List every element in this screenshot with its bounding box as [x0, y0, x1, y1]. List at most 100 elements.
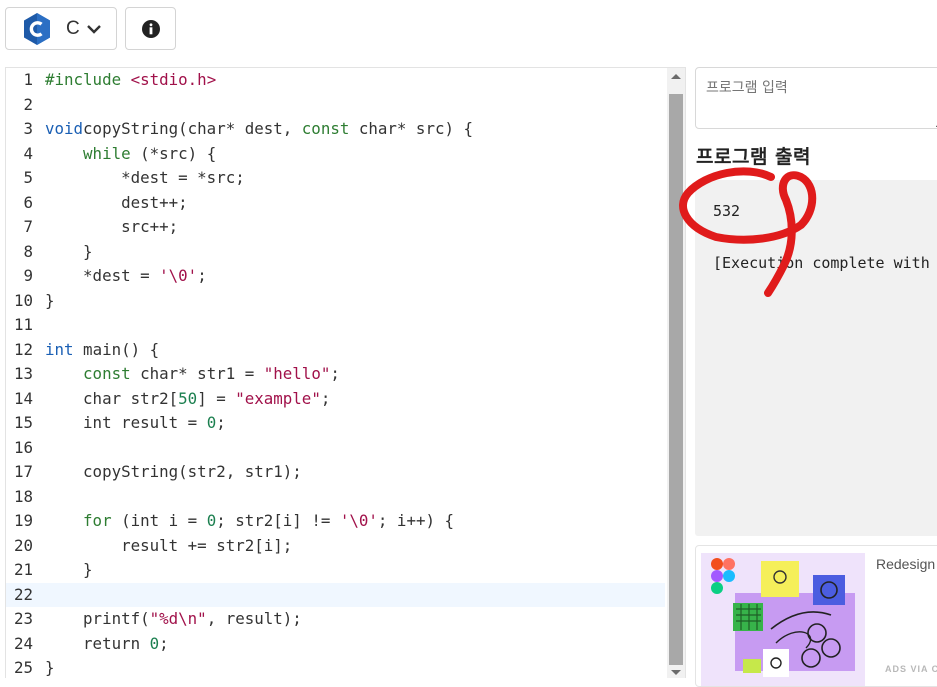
code-line[interactable]: 4 while (*src) { [6, 142, 665, 167]
code-line[interactable]: 24 return 0; [6, 632, 665, 657]
ad-title[interactable]: Redesign [876, 556, 935, 572]
code-line[interactable]: 11 [6, 313, 665, 338]
code-line[interactable]: 13 const char* str1 = "hello"; [6, 362, 665, 387]
scrollbar-thumb[interactable] [669, 94, 683, 665]
editor-scrollbar[interactable] [667, 68, 685, 678]
code-token: #include [45, 70, 131, 89]
code-text: result += str2[i]; [45, 534, 292, 559]
code-text: int main() { [45, 338, 159, 363]
code-token: while [83, 143, 131, 163]
code-token: } [45, 658, 55, 677]
ad-via-label[interactable]: ADS VIA C [885, 664, 937, 674]
code-token: ; [159, 633, 169, 653]
code-line[interactable]: 12 int main() { [6, 338, 665, 363]
code-text: int result = 0; [45, 411, 226, 436]
code-token: *dest = [45, 266, 160, 285]
code-text: } [45, 558, 93, 583]
line-number: 24 [13, 633, 33, 653]
line-number: 3 [23, 119, 33, 138]
program-input-field[interactable] [695, 67, 937, 129]
code-line[interactable]: 7 src++; [6, 215, 665, 240]
line-number: 9 [23, 266, 33, 285]
output-line: 532 [713, 202, 741, 220]
code-line[interactable]: 25} [6, 656, 665, 678]
code-editor[interactable]: 1 #include <stdio.h> 2 3 voidcopyString(char… [5, 67, 686, 678]
line-number: 13 [13, 364, 33, 383]
code-text: *dest = '\0'; [45, 264, 207, 289]
code-token: 0 [206, 511, 217, 530]
code-line[interactable]: 1 #include <stdio.h> [6, 68, 665, 93]
code-token: "hello" [263, 364, 331, 383]
code-text: while (*src) { [45, 142, 216, 167]
code-line[interactable]: 9 *dest = '\0'; [6, 264, 665, 289]
code-text: dest++; [45, 191, 188, 216]
code-text: const char* str1 = "hello"; [45, 362, 340, 387]
code-line[interactable]: 17 copyString(str2, str1); [6, 460, 665, 485]
line-number: 8 [23, 241, 33, 261]
code-line[interactable]: 5 *dest = *src; [6, 166, 665, 191]
line-number: 6 [23, 192, 33, 212]
code-text: voidcopyString(char* dest, const char* s… [45, 117, 473, 142]
code-line[interactable]: 22 [6, 582, 665, 607]
code-token: dest++; [45, 192, 188, 212]
code-line[interactable]: 2 [6, 93, 665, 118]
code-token: copyString(char* dest, [83, 119, 302, 138]
code-line[interactable]: 19 for (int i = 0; str2[i] != '\0'; i++)… [6, 509, 665, 534]
code-text: src++; [45, 215, 178, 240]
code-text: } [45, 240, 93, 265]
code-token: ; i++) { [377, 511, 454, 530]
code-line[interactable]: 23 printf("%d\n", result); [6, 607, 665, 632]
code-line[interactable]: 8 } [6, 240, 665, 265]
code-token: (int i = [111, 511, 207, 530]
figma-illustration-icon [701, 553, 865, 686]
code-token: ] = [197, 388, 236, 408]
language-label: C [66, 17, 80, 39]
ad-card[interactable]: Redesign ADS VIA C [695, 545, 937, 687]
code-line[interactable]: 18 [6, 485, 665, 510]
code-token: '\0' [339, 511, 378, 530]
line-number: 20 [13, 535, 33, 555]
code-line[interactable]: 21 } [6, 558, 665, 583]
line-number: 15 [13, 413, 33, 432]
line-number: 5 [23, 168, 33, 187]
code-token: src++; [45, 217, 179, 236]
code-token: char* str1 = [130, 364, 264, 383]
code-line[interactable]: 6 dest++; [6, 191, 665, 216]
code-token: result += str2[i]; [45, 535, 293, 555]
info-icon [141, 19, 160, 38]
code-line[interactable]: 20 result += str2[i]; [6, 534, 665, 559]
line-number: 4 [23, 143, 33, 163]
line-number: 2 [23, 94, 33, 114]
info-button[interactable] [125, 7, 176, 50]
code-line[interactable]: 14 char str2[50] = "example"; [6, 387, 665, 412]
scroll-down-arrow-icon[interactable] [671, 670, 681, 675]
code-token: "%d\n" [149, 609, 207, 628]
code-token: ; [330, 364, 340, 383]
code-token: printf( [45, 609, 150, 628]
code-line[interactable]: 10} [6, 289, 665, 314]
code-token: for [83, 511, 112, 530]
line-number: 12 [13, 339, 33, 359]
line-number: 7 [23, 217, 33, 236]
line-number: 11 [13, 315, 33, 334]
code-token: 0 [206, 413, 217, 432]
code-line[interactable]: 15 int result = 0; [6, 411, 665, 436]
code-token: 0 [149, 633, 160, 653]
code-line[interactable]: 3 voidcopyString(char* dest, const char* … [6, 117, 665, 142]
scroll-up-arrow-icon[interactable] [671, 74, 681, 79]
line-number: 22 [13, 584, 33, 604]
code-text: printf("%d\n", result); [45, 607, 302, 632]
line-number: 23 [13, 609, 33, 628]
code-token: main() { [73, 339, 160, 359]
code-line[interactable]: 16 [6, 436, 665, 461]
line-number: 1 [23, 70, 33, 89]
line-number: 14 [13, 388, 33, 408]
language-selector[interactable]: C [5, 7, 117, 50]
code-text: return 0; [45, 632, 169, 657]
code-token: ; [320, 388, 331, 408]
code-token: <stdio.h> [130, 70, 217, 89]
code-text: } [45, 289, 55, 314]
code-token: char* src) { [349, 119, 473, 138]
